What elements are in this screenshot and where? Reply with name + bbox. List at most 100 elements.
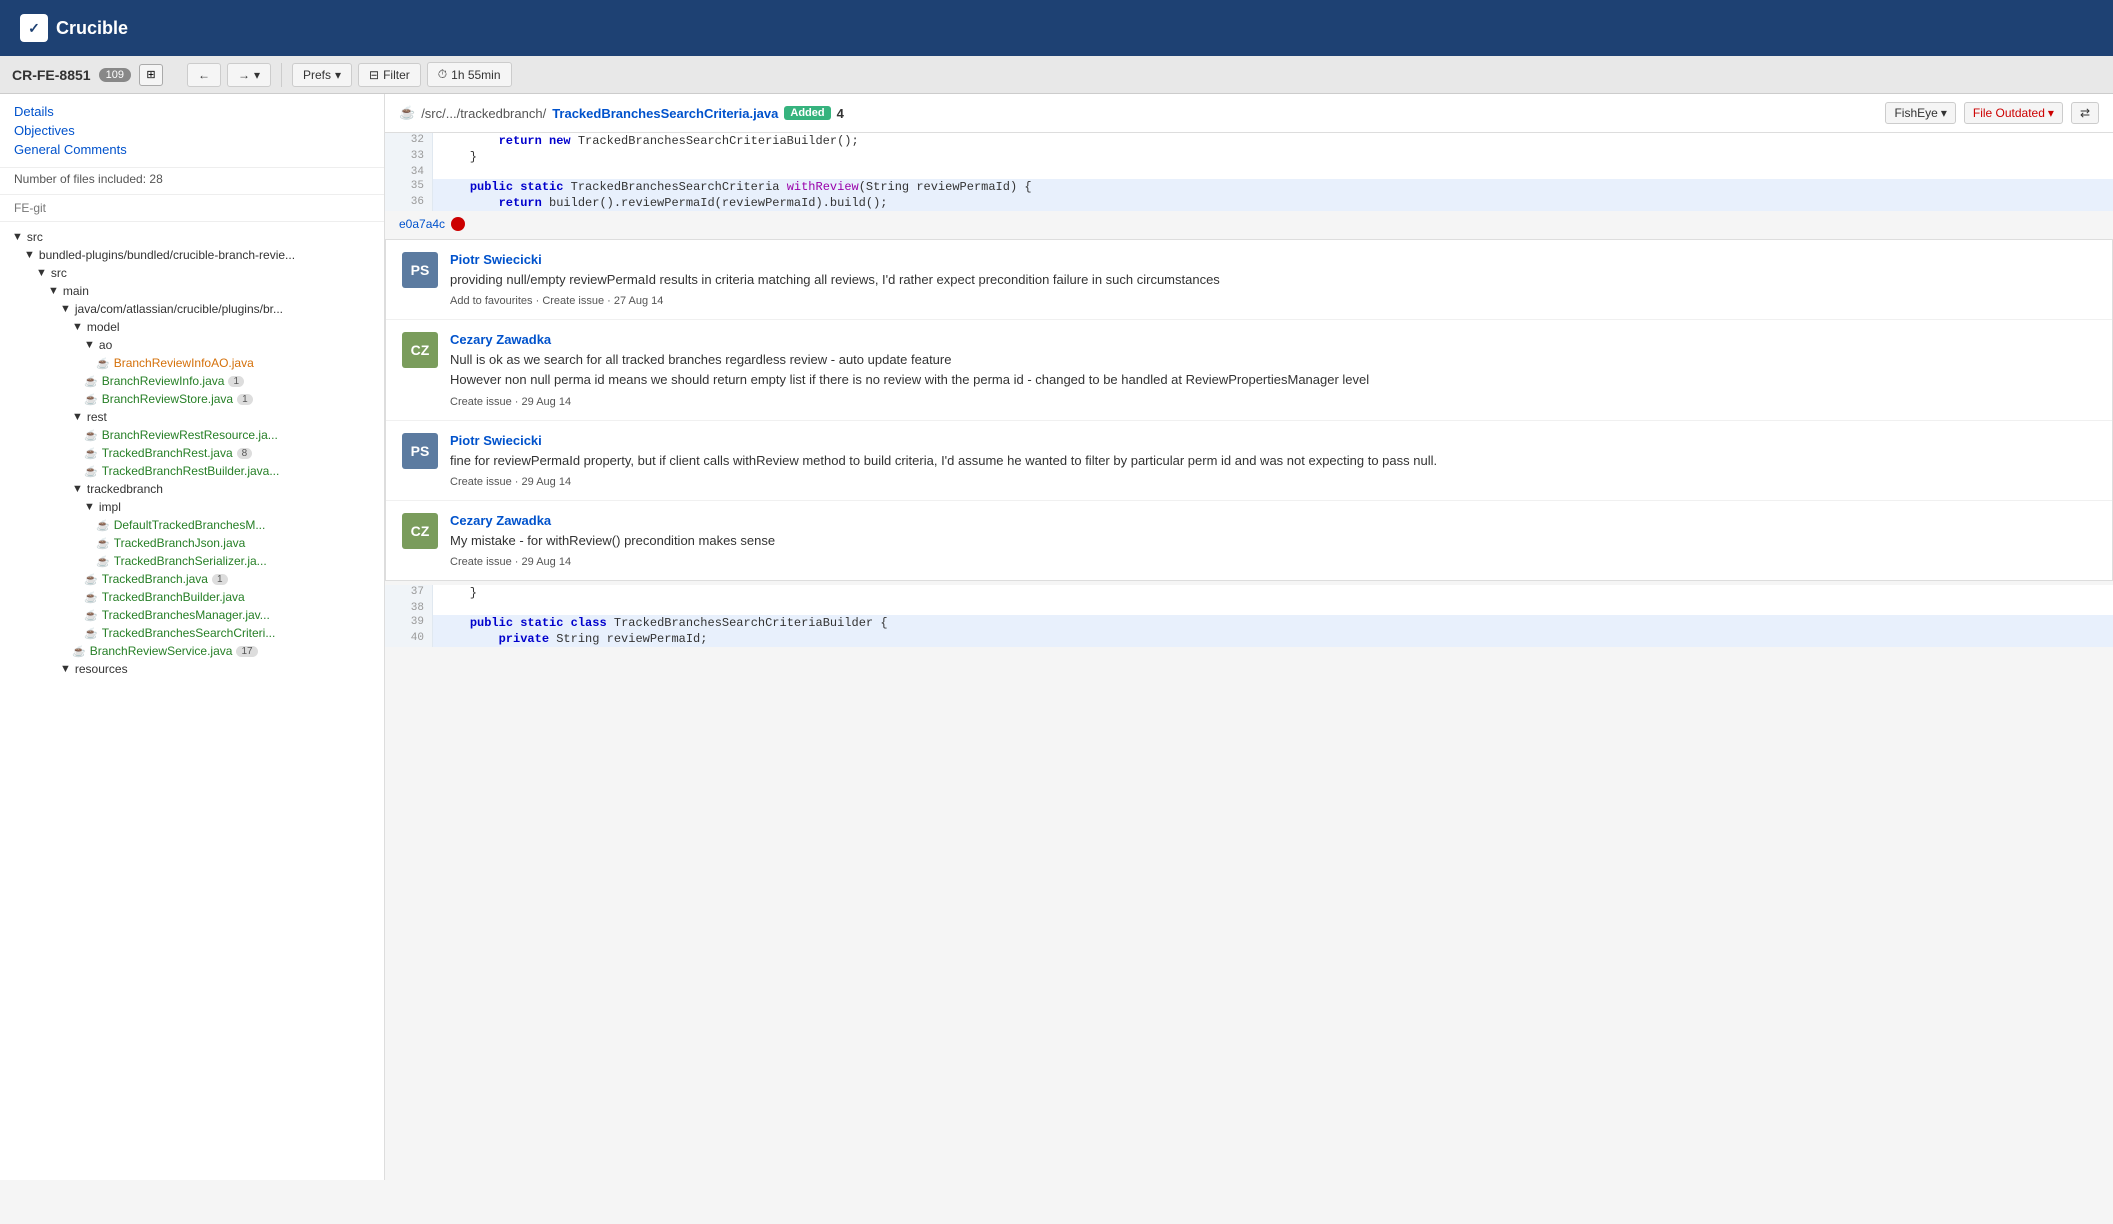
tree-item[interactable]: ▼java/com/atlassian/crucible/plugins/br.…: [0, 300, 384, 318]
cr-id: CR-FE-8851: [12, 67, 91, 83]
code-line: 39 public static class TrackedBranchesSe…: [385, 615, 2113, 631]
line-number: 37: [385, 585, 433, 601]
tree-badge: 17: [236, 646, 257, 657]
sha-text[interactable]: e0a7a4c: [399, 217, 445, 231]
top-nav: ✓ Crucible: [0, 0, 2113, 56]
tree-item[interactable]: ▼src: [0, 264, 384, 282]
line-code: public static class TrackedBranchesSearc…: [433, 615, 2113, 631]
comment-author[interactable]: Piotr Swiecicki: [450, 433, 2096, 448]
dropdown-icon: ▾: [254, 68, 260, 82]
tree-label: TrackedBranchesManager.jav...: [102, 608, 270, 622]
general-comments-link[interactable]: General Comments: [14, 140, 370, 159]
tree-item[interactable]: ☕BranchReviewStore.java1: [0, 390, 384, 408]
comment-actions: Create issue · 29 Aug 14: [450, 476, 2096, 488]
tree-label: TrackedBranchesSearchCriteri...: [102, 626, 276, 640]
tree-item[interactable]: ☕DefaultTrackedBranchesM...: [0, 516, 384, 534]
line-code: return builder().reviewPermaId(reviewPer…: [433, 195, 2113, 211]
repo-label: FE-git: [0, 195, 384, 222]
prefs-button[interactable]: Prefs ▾: [292, 63, 352, 87]
tree-icon: ☕: [84, 447, 98, 460]
comment-author[interactable]: Piotr Swiecicki: [450, 252, 2096, 267]
fisheye-label: FishEye: [1894, 106, 1937, 120]
tree-item[interactable]: ☕TrackedBranchesManager.jav...: [0, 606, 384, 624]
tree-item[interactable]: ☕ TrackedBranchesSearchCriteri...: [0, 624, 384, 642]
tree-item[interactable]: ☕TrackedBranchSerializer.ja...: [0, 552, 384, 570]
tree-item[interactable]: ▼rest: [0, 408, 384, 426]
tree-item[interactable]: ☕BranchReviewInfoAO.java: [0, 354, 384, 372]
prefs-dropdown-icon: ▾: [335, 68, 341, 82]
filter-button[interactable]: ⊟ Filter: [358, 63, 421, 87]
tree-label: TrackedBranchRest.java: [102, 446, 233, 460]
tree-label: BranchReviewRestResource.ja...: [102, 428, 278, 442]
back-icon: ←: [198, 68, 210, 82]
code-line: 35 public static TrackedBranchesSearchCr…: [385, 179, 2113, 195]
tree-label: resources: [75, 662, 128, 676]
fisheye-button[interactable]: FishEye ▾: [1885, 102, 1955, 124]
comment-author[interactable]: Cezary Zawadka: [450, 513, 2096, 528]
tree-badge: 1: [237, 394, 253, 405]
tree-item[interactable]: ☕TrackedBranchRest.java8: [0, 444, 384, 462]
tree-icon: ▼: [48, 285, 59, 297]
objectives-link[interactable]: Objectives: [14, 121, 370, 140]
app-logo[interactable]: ✓ Crucible: [20, 14, 128, 42]
comment-dot: [451, 217, 465, 231]
code-line: 34: [385, 165, 2113, 179]
forward-button[interactable]: → ▾: [227, 63, 271, 87]
tree-label: TrackedBranchSerializer.ja...: [114, 554, 267, 568]
tree-item[interactable]: ☕TrackedBranch.java1: [0, 570, 384, 588]
clock-icon: ⏱: [438, 67, 447, 82]
tree-label: TrackedBranchBuilder.java: [102, 590, 245, 604]
code-line: 32 return new TrackedBranchesSearchCrite…: [385, 133, 2113, 149]
tree-label: ao: [99, 338, 112, 352]
tree-icon: ☕: [84, 375, 98, 388]
code-line: 37 }: [385, 585, 2113, 601]
app-name: Crucible: [56, 18, 128, 39]
tree-icon: ☕: [84, 591, 98, 604]
line-number: 35: [385, 179, 433, 195]
expand-button[interactable]: ⊞: [139, 64, 163, 86]
forward-icon: →: [238, 68, 250, 82]
comment-text: providing null/empty reviewPermaId resul…: [450, 271, 2096, 289]
sync-button[interactable]: ⇄: [2071, 102, 2099, 124]
tree-item[interactable]: ☕ TrackedBranchBuilder.java: [0, 588, 384, 606]
tree-label: bundled-plugins/bundled/crucible-branch-…: [39, 248, 295, 262]
comment-item: PS Piotr Swiecicki providing null/empty …: [386, 240, 2112, 320]
comment-author[interactable]: Cezary Zawadka: [450, 332, 2096, 347]
tree-badge: 1: [228, 376, 244, 387]
tree-item[interactable]: ☕BranchReviewService.java17: [0, 642, 384, 660]
tree-icon: ▼: [24, 249, 35, 261]
back-button[interactable]: ←: [187, 63, 221, 87]
tree-item[interactable]: ☕BranchReviewInfo.java1: [0, 372, 384, 390]
line-code: }: [433, 149, 2113, 165]
line-number: 40: [385, 631, 433, 647]
tree-item[interactable]: ▼main: [0, 282, 384, 300]
tree-item[interactable]: ▼trackedbranch: [0, 480, 384, 498]
comment-item: CZ Cezary Zawadka Null is ok as we searc…: [386, 320, 2112, 420]
details-link[interactable]: Details: [14, 102, 370, 121]
comment-item: PS Piotr Swiecicki fine for reviewPermaI…: [386, 421, 2112, 501]
comment-text: My mistake - for withReview() preconditi…: [450, 532, 2096, 550]
tree-icon: ☕: [84, 627, 98, 640]
file-path: ☕ /src/.../trackedbranch/ TrackedBranche…: [399, 105, 844, 121]
tree-label: model: [87, 320, 120, 334]
tree-icon: ▼: [60, 663, 71, 675]
tree-item[interactable]: ▼ bundled-plugins/bundled/crucible-branch…: [0, 246, 384, 264]
added-badge: Added: [784, 106, 830, 120]
tree-item[interactable]: ☕TrackedBranchJson.java: [0, 534, 384, 552]
tree-item[interactable]: ▼model: [0, 318, 384, 336]
tree-item[interactable]: ▼src: [0, 228, 384, 246]
file-outdated-button[interactable]: File Outdated ▾: [1964, 102, 2063, 124]
time-button[interactable]: ⏱ 1h 55min: [427, 62, 512, 87]
tree-item[interactable]: ▼ resources: [0, 660, 384, 678]
tree-item[interactable]: ▼ao: [0, 336, 384, 354]
tree-item[interactable]: ▼impl: [0, 498, 384, 516]
comment-body: Piotr Swiecicki fine for reviewPermaId p…: [450, 433, 2096, 488]
tree-icon: ☕: [96, 357, 110, 370]
tree-icon: ▼: [72, 411, 83, 423]
tree-icon: ▼: [72, 483, 83, 495]
code-line: 33 }: [385, 149, 2113, 165]
tree-item[interactable]: ☕TrackedBranchRestBuilder.java...: [0, 462, 384, 480]
tree-item[interactable]: ☕BranchReviewRestResource.ja...: [0, 426, 384, 444]
tree-label: impl: [99, 500, 121, 514]
line-code: return new TrackedBranchesSearchCriteria…: [433, 133, 2113, 149]
